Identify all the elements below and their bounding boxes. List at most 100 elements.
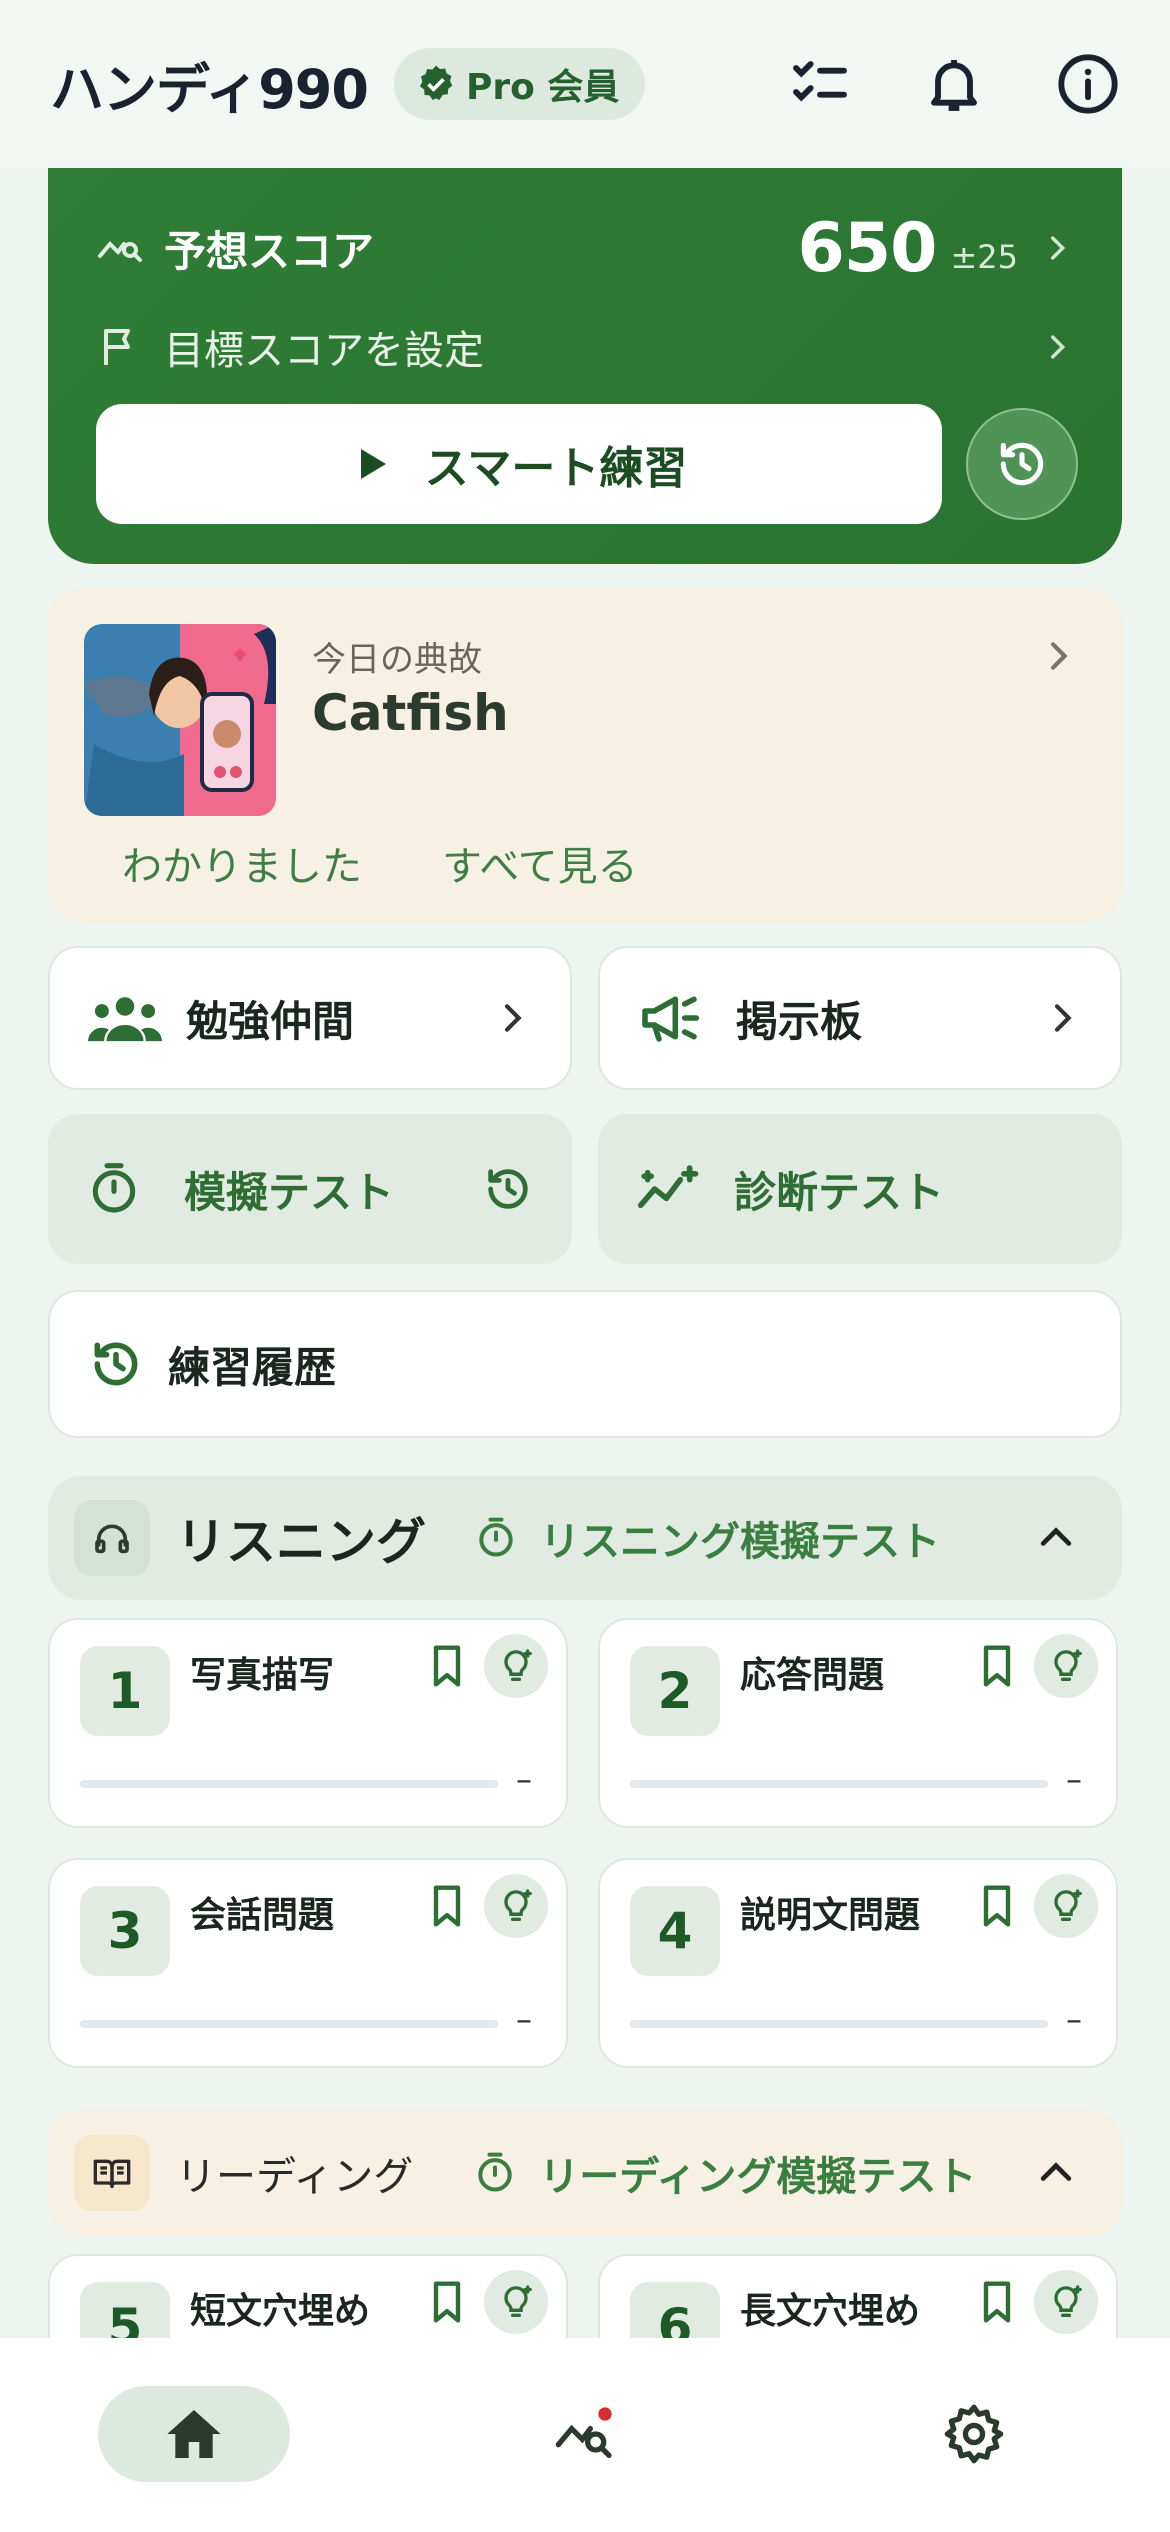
sparkle-trend-icon: [637, 1165, 699, 1209]
lightbulb-icon: [504, 1649, 532, 1681]
tips-button[interactable]: [1034, 1874, 1098, 1938]
part-title: 写真描写: [190, 1655, 335, 1696]
home-icon: [167, 2410, 221, 2458]
reading-title: リーディング: [176, 2154, 414, 2200]
chevron-up-icon[interactable]: [1034, 1516, 1078, 1560]
bookmark-icon[interactable]: [428, 1644, 466, 1688]
listening-mock-test-link[interactable]: リスニング模擬テスト: [474, 1509, 940, 1567]
timer-icon: [479, 1517, 513, 1557]
idiom-caption: 今日の典故: [312, 640, 482, 680]
chevron-up-icon[interactable]: [1034, 2151, 1078, 2195]
part-number: 2: [630, 1646, 720, 1736]
daily-idiom-card[interactable]: 今日の典故 Catfish わかりました すべて見る: [48, 588, 1122, 922]
lightbulb-icon: [504, 1889, 532, 1921]
target-score-row[interactable]: 目標スコアを設定: [96, 310, 1074, 384]
pro-member-badge[interactable]: Pro 会員: [393, 48, 646, 120]
idiom-understood-button[interactable]: わかりました: [122, 834, 362, 892]
notifications-button[interactable]: [922, 52, 986, 116]
diagnostic-test-label: 診断テスト: [734, 1167, 945, 1217]
part-progress-value: –: [1066, 2000, 1082, 2038]
listening-section-header[interactable]: リスニング リスニング模擬テスト: [48, 1476, 1122, 1600]
part-title: 長文穴埋め: [740, 2291, 921, 2332]
study-buddy-label: 勉強仲間: [186, 996, 355, 1046]
verified-icon: [419, 65, 453, 100]
chevron-right-icon: [1050, 335, 1066, 359]
study-buddy-tile[interactable]: 勉強仲間: [48, 946, 572, 1090]
part-progress-bar: [630, 2020, 1048, 2028]
pro-badge-label: Pro 会員: [465, 67, 620, 108]
predicted-score-label: 予想スコア: [164, 226, 375, 276]
predicted-score-row[interactable]: 予想スコア 650 ±25: [96, 198, 1074, 298]
timer-icon: [92, 1163, 136, 1213]
group-icon: [88, 997, 162, 1042]
settings-icon: [944, 2404, 1004, 2464]
nav-settings[interactable]: [924, 2386, 1024, 2482]
tips-button[interactable]: [484, 1634, 548, 1698]
info-button[interactable]: [1056, 52, 1120, 116]
headphones-icon: [95, 1524, 129, 1554]
chevron-right-icon: [1050, 642, 1068, 670]
smart-practice-button[interactable]: スマート練習: [96, 404, 942, 524]
mock-test-tile[interactable]: 模擬テスト: [48, 1114, 572, 1264]
play-icon: [360, 449, 386, 479]
tips-button[interactable]: [1034, 2270, 1098, 2334]
part-progress-bar: [80, 1780, 498, 1788]
target-score-label: 目標スコアを設定: [164, 328, 484, 374]
chevron-right-icon: [504, 1004, 522, 1032]
part-progress-bar: [630, 1780, 1048, 1788]
bookmark-icon[interactable]: [978, 2280, 1016, 2324]
part-title: 応答問題: [740, 1655, 885, 1696]
info-icon: [1058, 54, 1118, 114]
score-trend-icon: [98, 241, 142, 262]
mock-test-label: 模擬テスト: [184, 1167, 395, 1217]
tips-button[interactable]: [1034, 1634, 1098, 1698]
timer-icon: [478, 2152, 512, 2192]
reading-mock-label: リーディング模擬テスト: [539, 2154, 977, 2200]
lightbulb-icon: [1054, 1889, 1082, 1921]
bulletin-label: 掲示板: [736, 996, 863, 1046]
tips-button[interactable]: [484, 1874, 548, 1938]
idiom-see-all-button[interactable]: すべて見る: [442, 834, 638, 892]
chevron-right-icon: [1050, 236, 1066, 260]
part-card-3[interactable]: 3 会話問題 –: [48, 1858, 568, 2068]
book-icon: [93, 2159, 131, 2188]
checklist-button[interactable]: [788, 52, 852, 116]
analysis-icon: [555, 2407, 612, 2458]
nav-analysis[interactable]: [535, 2386, 635, 2482]
part-card-1[interactable]: 1 写真描写 –: [48, 1618, 568, 1828]
part-title: 短文穴埋め: [190, 2291, 371, 2332]
part-progress-bar: [80, 2020, 498, 2028]
part-card-4[interactable]: 4 説明文問題 –: [598, 1858, 1118, 2068]
reading-section-header[interactable]: リーディング リーディング模擬テスト: [48, 2110, 1122, 2236]
lightbulb-icon: [1054, 2285, 1082, 2317]
app-screen: ハンディ990 Pro 会員 予想スコア 650 ±25 目標スコアを設定 スマ…: [0, 0, 1170, 2532]
bookmark-icon[interactable]: [428, 2280, 466, 2324]
diagnostic-test-tile[interactable]: 診断テスト: [598, 1114, 1122, 1264]
bookmark-icon[interactable]: [978, 1884, 1016, 1928]
listening-title: リスニング: [176, 1513, 426, 1571]
reading-mock-test-link[interactable]: リーディング模擬テスト: [473, 2144, 976, 2202]
score-card: 予想スコア 650 ±25 目標スコアを設定 スマート練習: [48, 168, 1122, 564]
part-title: 説明文問題: [740, 1895, 921, 1936]
top-app-bar: ハンディ990 Pro 会員: [0, 0, 1170, 168]
part-progress-value: –: [516, 1760, 532, 1798]
listening-mock-label: リスニング模擬テスト: [540, 1519, 940, 1565]
tips-button[interactable]: [484, 2270, 548, 2334]
bookmark-icon[interactable]: [428, 1884, 466, 1928]
idiom-word: Catfish: [312, 684, 509, 742]
bulletin-tile[interactable]: 掲示板: [598, 946, 1122, 1090]
chevron-right-icon: [1054, 1004, 1072, 1032]
nav-home[interactable]: [98, 2386, 290, 2482]
lightbulb-icon: [1054, 1649, 1082, 1681]
part-progress-value: –: [1066, 1760, 1082, 1798]
practice-history-label: 練習履歴: [168, 1342, 337, 1392]
part-card-2[interactable]: 2 応答問題 –: [598, 1618, 1118, 1828]
predicted-score-value: 650: [797, 208, 938, 288]
history-icon[interactable]: [482, 1163, 534, 1215]
practice-history-tile[interactable]: 練習履歴: [48, 1290, 1122, 1438]
megaphone-icon: [642, 996, 700, 1042]
bottom-navigation: [0, 2338, 1170, 2532]
bookmark-icon[interactable]: [978, 1644, 1016, 1688]
practice-history-shortcut[interactable]: [966, 408, 1078, 520]
history-icon: [94, 1342, 138, 1386]
